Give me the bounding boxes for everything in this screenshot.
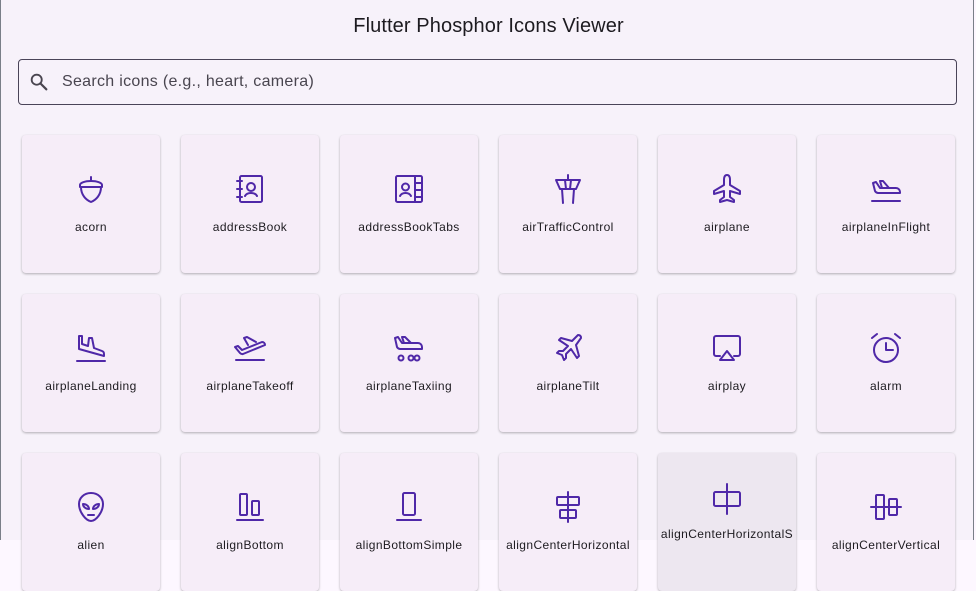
icon-tile-addressBook[interactable]: addressBook [181, 135, 319, 273]
icon-label: alignCenterHorizontal [506, 538, 630, 552]
airplay-icon [709, 330, 745, 366]
icon-label: airplane [704, 220, 750, 234]
alien-icon [73, 489, 109, 525]
alarm-icon [868, 330, 904, 366]
icon-label: alignBottomSimple [355, 538, 463, 552]
icon-label: alarm [869, 379, 902, 393]
icon-tile-airplaneTilt[interactable]: airplaneTilt [499, 294, 637, 432]
align-bottom-icon [232, 489, 268, 525]
icon-label: airplaneLanding [45, 379, 137, 393]
icon-tile-addressBookTabs[interactable]: addressBookTabs [340, 135, 478, 273]
acorn-icon [73, 171, 109, 207]
icon-tile-airplaneInFlight[interactable]: airplaneInFlight [817, 135, 955, 273]
icon-label: acorn [74, 220, 108, 234]
icon-tile-airplaneTakeoff[interactable]: airplaneTakeoff [181, 294, 319, 432]
airplane-taxiing-icon [391, 330, 427, 366]
icon-label: addressBookTabs [358, 220, 460, 234]
icon-tile-alignBottomSimple[interactable]: alignBottomSimple [340, 453, 478, 591]
icon-label: airplaneTaxiing [365, 379, 453, 393]
align-center-horizontal-simple-icon [709, 481, 745, 517]
icon-grid: acorn addressBook addressBookTabs airTra… [22, 135, 955, 591]
icon-label: alien [77, 538, 105, 552]
search-icon [28, 71, 50, 93]
airplane-landing-icon [73, 330, 109, 366]
icon-label: airTrafficControl [522, 220, 614, 234]
icon-tile-alignCenterHorizontal[interactable]: alignCenterHorizontal [499, 453, 637, 591]
search-input[interactable] [60, 72, 956, 92]
address-book-icon [232, 171, 268, 207]
app-bar: Flutter Phosphor Icons Viewer [2, 0, 975, 52]
icon-label: airplaneTilt [536, 379, 600, 393]
airplane-tilt-icon [550, 330, 586, 366]
airplane-in-flight-icon [868, 171, 904, 207]
icon-tile-alien[interactable]: alien [22, 453, 160, 591]
icon-tile-alignCenterVertical[interactable]: alignCenterVertical [817, 453, 955, 591]
icon-tile-acorn[interactable]: acorn [22, 135, 160, 273]
icon-tile-airplaneTaxiing[interactable]: airplaneTaxiing [340, 294, 478, 432]
icon-tile-airplaneLanding[interactable]: airplaneLanding [22, 294, 160, 432]
page-title: Flutter Phosphor Icons Viewer [353, 14, 624, 37]
address-book-tabs-icon [391, 171, 427, 207]
icon-label: airplaneInFlight [841, 220, 931, 234]
icon-label: alignCenterHorizontalS [660, 527, 794, 541]
icon-tile-alignCenterHorizontalSimple[interactable]: alignCenterHorizontalS [658, 453, 796, 591]
icon-tile-alarm[interactable]: alarm [817, 294, 955, 432]
icon-label: airplay [707, 379, 747, 393]
icon-label: alignBottom [216, 538, 284, 552]
air-traffic-control-icon [550, 171, 586, 207]
icon-label: alignCenterVertical [831, 538, 941, 552]
search-box[interactable] [18, 59, 957, 105]
airplane-takeoff-icon [232, 330, 268, 366]
icon-tile-airTrafficControl[interactable]: airTrafficControl [499, 135, 637, 273]
app-window: Flutter Phosphor Icons Viewer acorn addr… [0, 0, 975, 591]
icon-tile-airplane[interactable]: airplane [658, 135, 796, 273]
icon-tile-airplay[interactable]: airplay [658, 294, 796, 432]
airplane-icon [709, 171, 745, 207]
icon-tile-alignBottom[interactable]: alignBottom [181, 453, 319, 591]
icon-label: airplaneTakeoff [206, 379, 294, 393]
align-center-horizontal-icon [550, 489, 586, 525]
align-bottom-simple-icon [391, 489, 427, 525]
icon-label: addressBook [212, 220, 288, 234]
align-center-vertical-icon [868, 489, 904, 525]
